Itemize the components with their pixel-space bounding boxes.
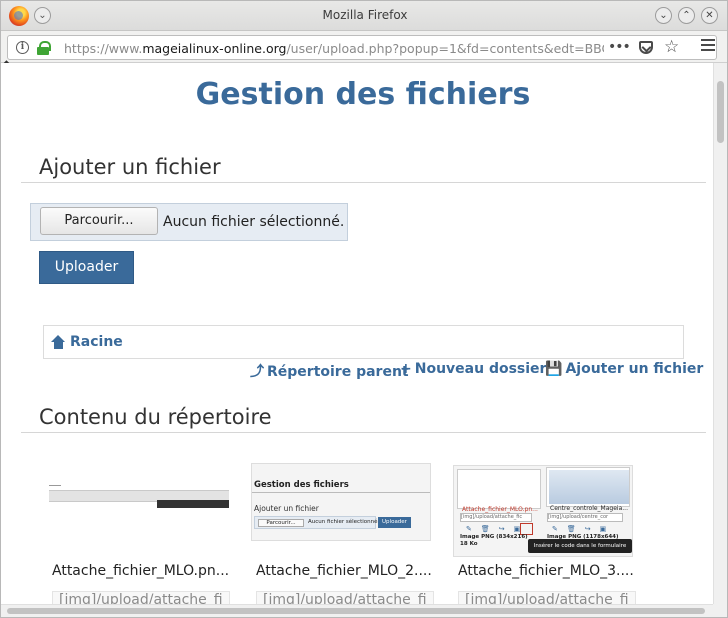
hamburger-menu-icon[interactable] — [701, 39, 715, 51]
horizontal-scroll-thumb[interactable] — [7, 608, 705, 614]
nav-bar: i https://www.mageialinux-online.org/use… — [1, 31, 727, 63]
page-title: Gestion des fichiers — [195, 77, 531, 112]
url-text[interactable]: https://www.mageialinux-online.org/user/… — [64, 41, 604, 56]
add-file-heading: Ajouter un fichier — [39, 155, 221, 179]
window-title: Mozilla Firefox — [322, 8, 408, 22]
breadcrumb-root-link[interactable]: Racine — [70, 334, 123, 350]
pocket-icon[interactable] — [639, 41, 653, 54]
vertical-scroll-thumb[interactable] — [717, 81, 724, 143]
save-icon: 💾 — [545, 361, 563, 377]
file-thumbnail[interactable]: Gestion des fichiers Ajouter un fichier … — [251, 463, 431, 541]
url-bar[interactable]: i https://www.mageialinux-online.org/use… — [7, 35, 717, 60]
add-file-link[interactable]: 💾 Ajouter un fichier — [545, 361, 703, 377]
bookmark-star-icon[interactable]: ☆ — [664, 37, 679, 57]
file-code-field[interactable]: [img]/upload/attache_fi — [52, 591, 230, 604]
scroll-corner — [713, 604, 727, 617]
no-file-label: Aucun fichier sélectionné. — [163, 214, 345, 230]
file-thumbnail[interactable]: Attache_fichier_MLO.pn... Centre_control… — [453, 465, 633, 557]
title-bar: ⌄ Mozilla Firefox ⌄ ⌃ ✕ — [1, 1, 727, 31]
parent-directory-link[interactable]: ⤴ Répertoire parent — [250, 361, 409, 381]
file-input-box: Parcourir... Aucun fichier sélectionné. — [30, 203, 348, 241]
maximize-button[interactable]: ⌃ — [678, 7, 695, 24]
directory-content-heading: Contenu du répertoire — [39, 405, 272, 429]
vertical-scrollbar[interactable] — [713, 63, 727, 604]
plus-icon: + — [400, 361, 412, 377]
horizontal-scrollbar[interactable] — [1, 604, 713, 617]
file-code-field[interactable]: [img]/upload/attache_fi — [256, 591, 434, 604]
file-thumbnail[interactable] — [49, 463, 229, 543]
lock-icon[interactable] — [37, 41, 51, 55]
home-icon — [51, 335, 66, 349]
info-icon[interactable]: i — [16, 41, 29, 54]
arrow-up-icon: ⤴ — [250, 364, 264, 380]
file-code-field[interactable]: [img]/upload/attache_fi — [458, 591, 636, 604]
file-name[interactable]: Attache_fichier_MLO_2.... — [256, 563, 436, 579]
divider — [21, 432, 706, 433]
browse-button[interactable]: Parcourir... — [40, 207, 158, 235]
divider — [21, 182, 706, 183]
file-name[interactable]: Attache_fichier_MLO.pn... — [52, 563, 232, 579]
new-folder-link[interactable]: + Nouveau dossier — [400, 361, 546, 377]
browser-window: ⌄ Mozilla Firefox ⌄ ⌃ ✕ i https://www.ma… — [0, 0, 728, 618]
close-button[interactable]: ✕ — [701, 7, 718, 24]
page-actions-icon[interactable]: ••• — [608, 39, 631, 55]
upload-button[interactable]: Uploader — [39, 251, 134, 284]
minimize-button[interactable]: ⌄ — [655, 7, 672, 24]
file-name[interactable]: Attache_fichier_MLO_3.... — [458, 563, 638, 579]
page-content: Gestion des fichiers Ajouter un fichier … — [3, 63, 713, 604]
breadcrumb: Racine — [43, 325, 684, 359]
